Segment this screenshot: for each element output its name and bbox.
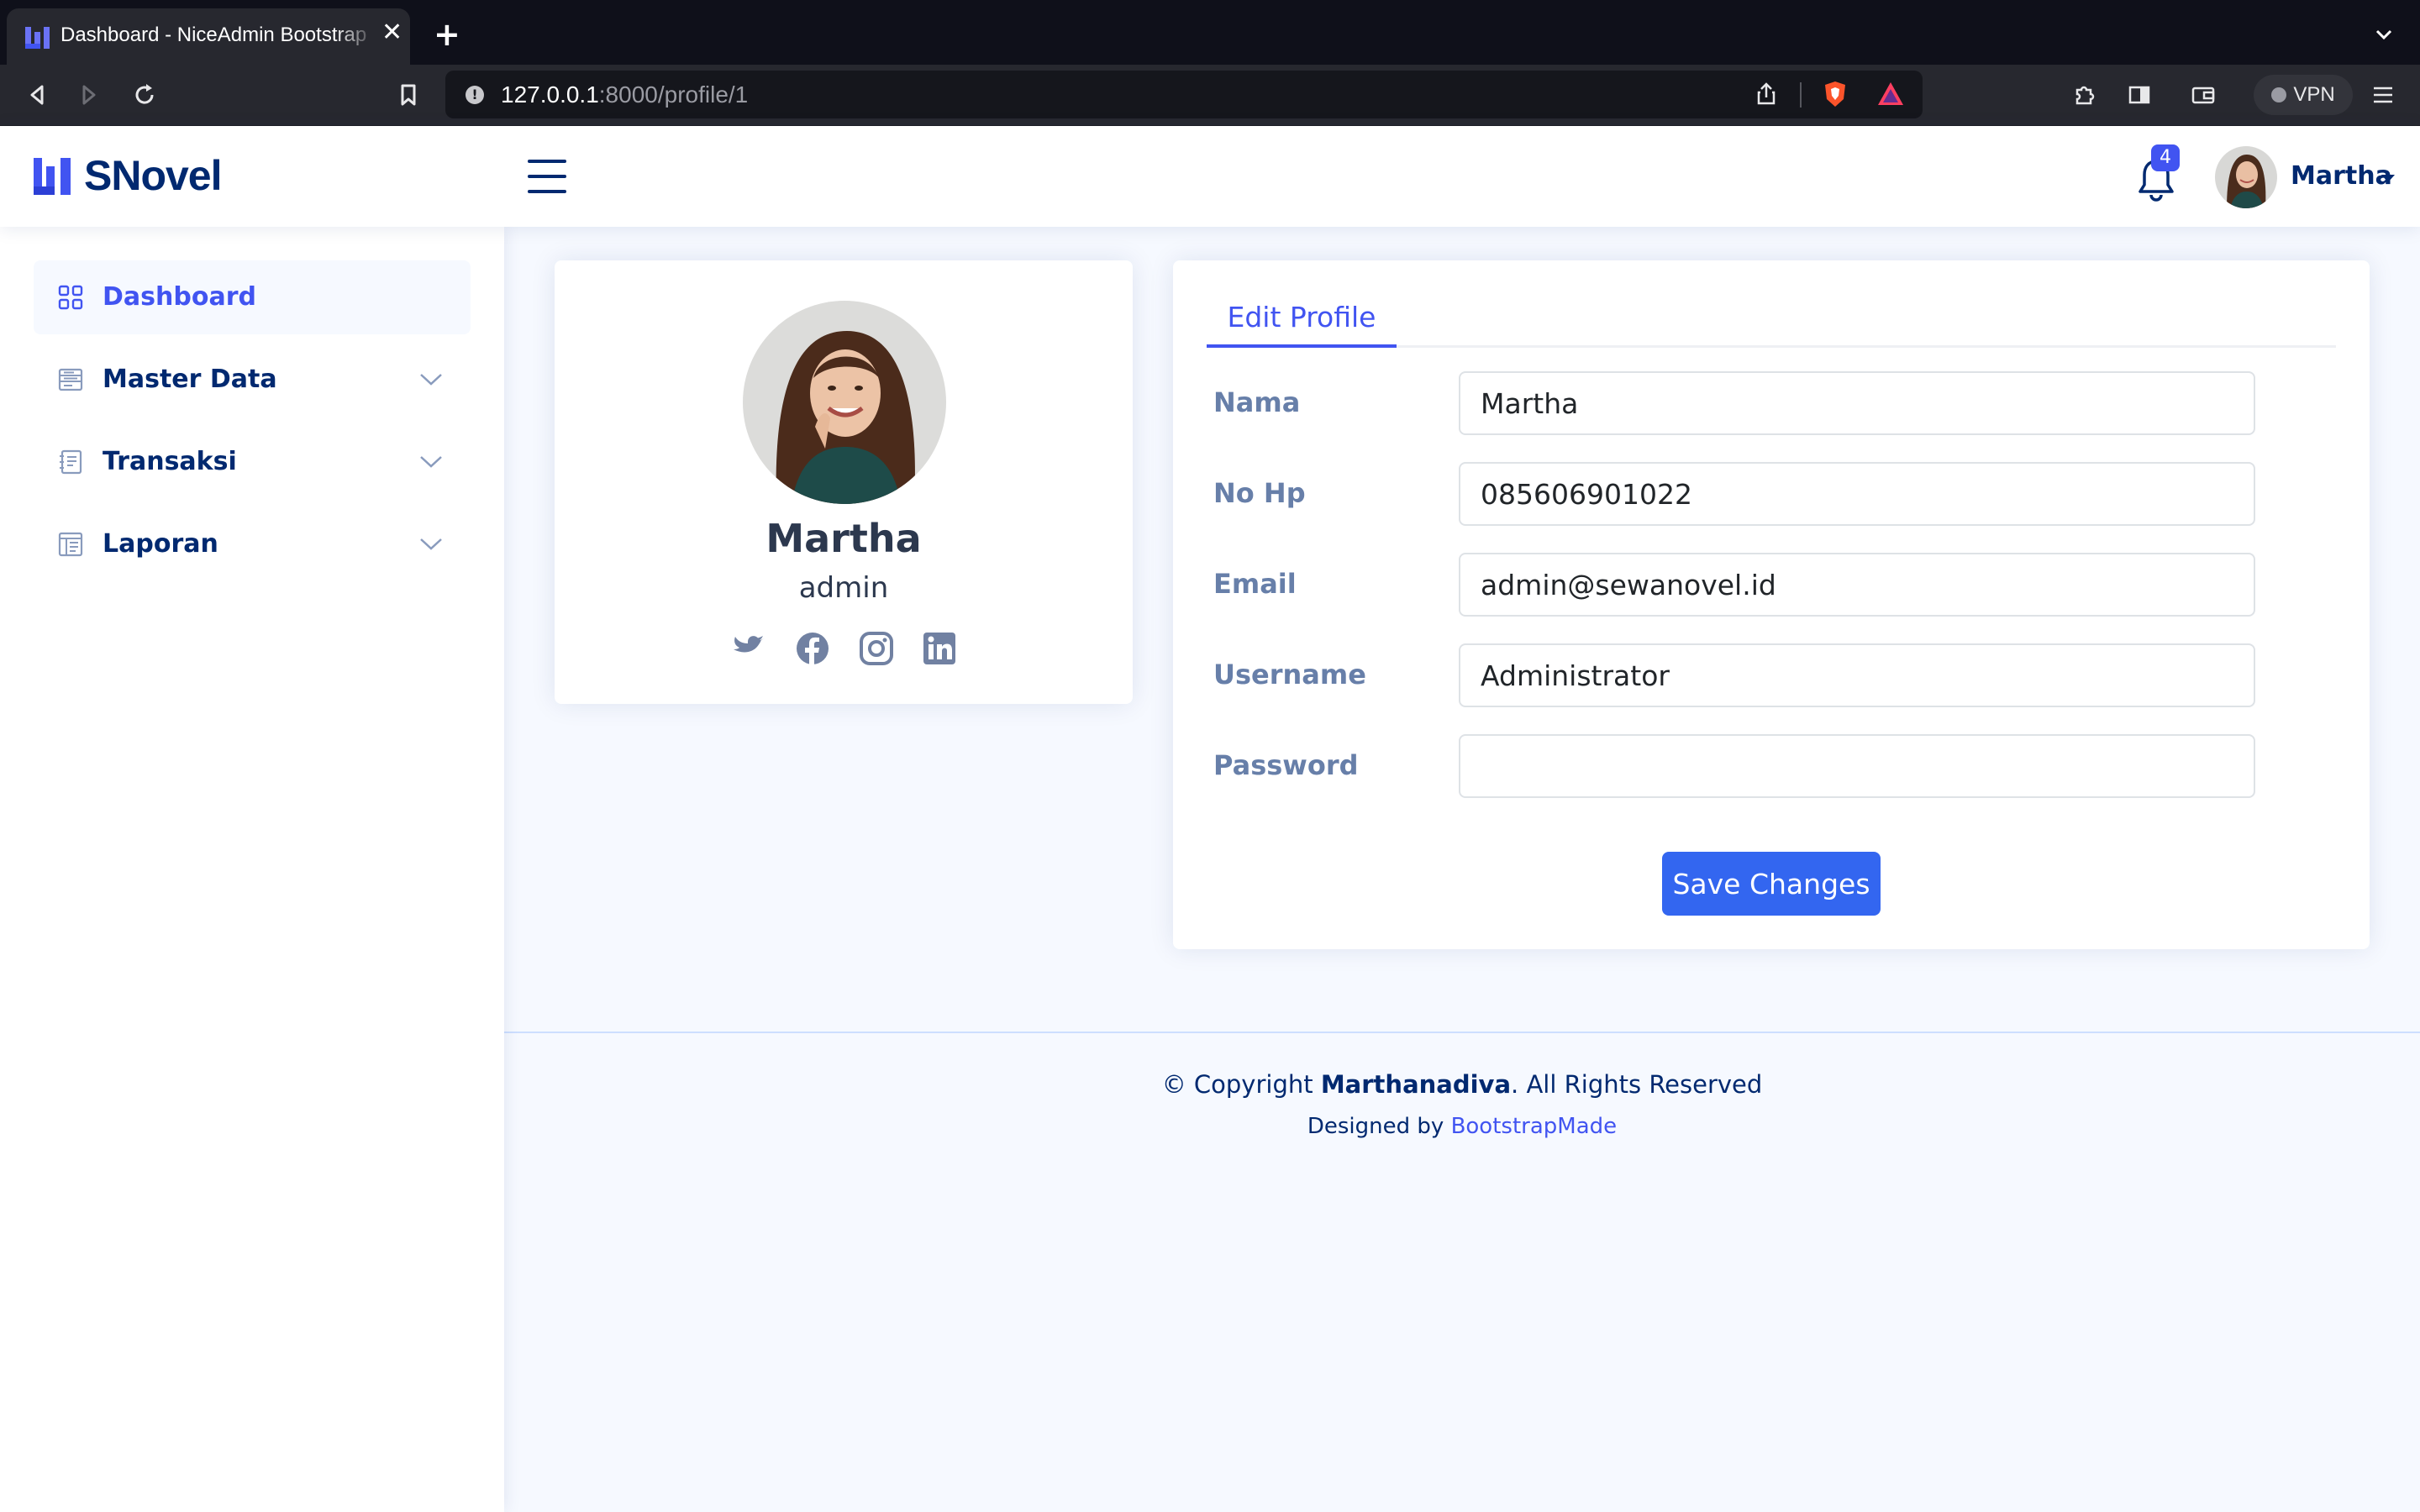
profile-role: admin bbox=[798, 571, 889, 605]
edit-profile-card: Edit Profile Nama No Hp Email Username P… bbox=[1173, 260, 2370, 949]
password-label: Password bbox=[1213, 749, 1359, 781]
tab-edit-profile[interactable]: Edit Profile bbox=[1207, 292, 1397, 348]
sidebar-item-transaksi[interactable]: Transaksi bbox=[34, 425, 471, 499]
chevron-down-icon bbox=[420, 374, 442, 386]
url-host: 127.0.0.1 bbox=[501, 81, 599, 108]
wallet-icon[interactable] bbox=[2188, 80, 2218, 110]
copyright-suffix: . All Rights Reserved bbox=[1511, 1070, 1763, 1099]
app-header: SNovel 4 Martha bbox=[0, 126, 2420, 227]
credits-text: Designed by BootstrapMade bbox=[504, 1114, 2420, 1139]
sidebar: Dashboard Master Data Transaksi Laporan bbox=[0, 227, 504, 1512]
copyright-text: © Copyright Marthanadiva. All Rights Res… bbox=[504, 1070, 2420, 1099]
logo[interactable]: SNovel bbox=[32, 151, 223, 200]
vpn-status-icon bbox=[2271, 87, 2287, 102]
brave-rewards-icon[interactable] bbox=[1876, 79, 1906, 109]
designer-link[interactable]: BootstrapMade bbox=[1451, 1114, 1618, 1139]
form-row-no-hp: No Hp bbox=[1213, 462, 2336, 526]
journal-text-icon bbox=[60, 449, 82, 475]
site-info-icon[interactable]: ! bbox=[466, 86, 484, 104]
browser-toolbar: ! 127.0.0.1:8000/profile/1 VPN bbox=[0, 65, 2420, 126]
instagram-icon[interactable] bbox=[858, 630, 895, 667]
notification-count-badge: 4 bbox=[2151, 144, 2180, 171]
sidebar-item-laporan[interactable]: Laporan bbox=[34, 507, 471, 581]
linkedin-icon[interactable] bbox=[921, 630, 958, 667]
password-field[interactable] bbox=[1459, 734, 2255, 798]
form-row-email: Email bbox=[1213, 553, 2336, 617]
username-field[interactable] bbox=[1459, 643, 2255, 707]
url-path: :8000/profile/1 bbox=[598, 81, 749, 108]
tab-list-chevron-icon[interactable] bbox=[2375, 25, 2393, 44]
browser-tab[interactable]: Dashboard - NiceAdmin Bootstrap Template… bbox=[7, 8, 410, 65]
copyright-owner: Marthanadiva bbox=[1320, 1070, 1512, 1099]
sidebar-item-label: Master Data bbox=[103, 365, 277, 394]
bookmark-icon[interactable] bbox=[393, 80, 424, 110]
sidebar-item-label: Dashboard bbox=[103, 282, 256, 312]
header-user-name[interactable]: Martha bbox=[2291, 161, 2392, 191]
sidebar-item-label: Laporan bbox=[103, 529, 218, 559]
sidebar-item-master-data[interactable]: Master Data bbox=[34, 343, 471, 417]
form-row-username: Username bbox=[1213, 643, 2336, 707]
nama-field[interactable] bbox=[1459, 371, 2255, 435]
layout-text-icon bbox=[58, 368, 83, 391]
grid-icon bbox=[58, 285, 83, 310]
form-row-nama: Nama bbox=[1213, 371, 2336, 435]
back-icon[interactable] bbox=[22, 80, 52, 110]
avatar-photo bbox=[2215, 146, 2277, 208]
twitter-icon[interactable] bbox=[731, 630, 768, 667]
layout-text-window-icon bbox=[58, 532, 83, 557]
vpn-label: VPN bbox=[2293, 83, 2335, 106]
profile-avatar bbox=[743, 301, 946, 504]
toolbar-divider bbox=[1800, 82, 1802, 108]
toggle-sidebar-icon[interactable] bbox=[528, 160, 566, 193]
no-hp-field[interactable] bbox=[1459, 462, 2255, 526]
footer: © Copyright Marthanadiva. All Rights Res… bbox=[504, 1032, 2420, 1512]
profile-name: Martha bbox=[765, 516, 922, 561]
user-dropdown-caret-icon[interactable] bbox=[2381, 175, 2395, 182]
social-links bbox=[731, 630, 958, 672]
nama-label: Nama bbox=[1213, 386, 1301, 418]
forward-icon[interactable] bbox=[74, 80, 104, 110]
email-label: Email bbox=[1213, 568, 1297, 600]
tab-title-fade bbox=[334, 17, 376, 55]
no-hp-label: No Hp bbox=[1213, 477, 1306, 509]
profile-photo bbox=[743, 301, 946, 504]
sidebar-toggle-icon[interactable] bbox=[2124, 80, 2154, 110]
username-label: Username bbox=[1213, 659, 1366, 690]
logo-text: SNovel bbox=[84, 152, 223, 199]
snovel-logo-icon bbox=[34, 158, 71, 195]
profile-card: Martha admin bbox=[555, 260, 1133, 704]
vpn-button[interactable]: VPN bbox=[2254, 75, 2353, 115]
sidebar-item-dashboard[interactable]: Dashboard bbox=[34, 260, 471, 334]
browser-tab-title: Dashboard - NiceAdmin Bootstrap Template bbox=[60, 24, 371, 46]
brave-shield-icon[interactable] bbox=[1820, 79, 1850, 109]
browser-tab-bar: Dashboard - NiceAdmin Bootstrap Template… bbox=[0, 0, 2420, 65]
save-changes-button[interactable]: Save Changes bbox=[1662, 852, 1881, 916]
header-avatar[interactable] bbox=[2215, 146, 2277, 208]
new-tab-icon[interactable]: + bbox=[434, 18, 460, 50]
url-text[interactable]: 127.0.0.1:8000/profile/1 bbox=[501, 81, 748, 108]
designed-by-label: Designed by bbox=[1307, 1114, 1451, 1139]
copyright-prefix: © Copyright bbox=[1161, 1070, 1321, 1099]
email-field[interactable] bbox=[1459, 553, 2255, 617]
close-tab-icon[interactable]: ✕ bbox=[381, 20, 402, 45]
reload-icon[interactable] bbox=[129, 80, 160, 110]
form-row-password: Password bbox=[1213, 734, 2336, 798]
chevron-down-icon bbox=[420, 538, 442, 550]
facebook-icon[interactable] bbox=[794, 630, 831, 667]
sidebar-item-label: Transaksi bbox=[103, 447, 237, 476]
chevron-down-icon bbox=[420, 456, 442, 468]
browser-menu-icon[interactable] bbox=[2368, 80, 2398, 110]
extensions-icon[interactable] bbox=[2069, 80, 2099, 110]
profile-tabs: Edit Profile bbox=[1207, 292, 2336, 348]
snovel-favicon-icon bbox=[25, 27, 50, 49]
address-bar[interactable]: ! 127.0.0.1:8000/profile/1 bbox=[445, 71, 1923, 118]
share-icon[interactable] bbox=[1751, 79, 1781, 109]
